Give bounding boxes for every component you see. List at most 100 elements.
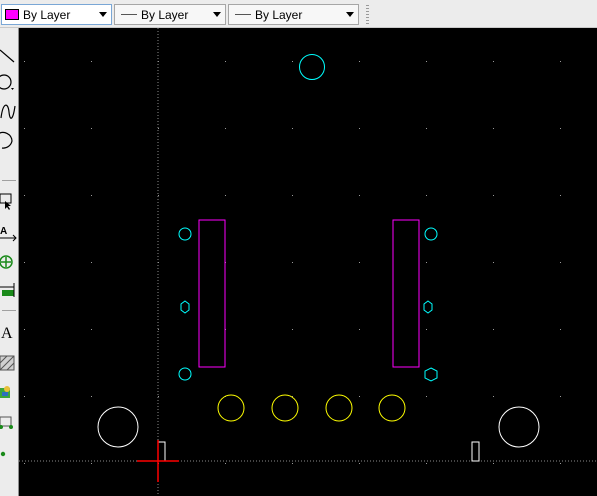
grid-dot [359,396,360,397]
yellow-circle-4[interactable] [378,394,406,422]
grid-dot [91,128,92,129]
grid-dot [292,463,293,464]
grid-dot [560,195,561,196]
grid-dot [91,195,92,196]
properties-toolbar: By Layer By Layer By Layer [0,0,597,28]
lineweight-swatch [235,14,251,15]
spline-tool-icon[interactable] [0,102,19,122]
yellow-circle-3[interactable] [325,394,353,422]
grid-dot [359,128,360,129]
linetype-combo-value: By Layer [141,7,189,22]
grid-dot [426,396,427,397]
grid-dot [91,463,92,464]
arc-tool-icon[interactable] [0,131,19,151]
grid-dot [359,463,360,464]
grid-dot [158,128,159,129]
grid-dot [359,262,360,263]
top-hole-circle[interactable] [299,54,325,80]
right-bottom-hole[interactable] [424,367,438,382]
right-mid-hole[interactable] [423,300,433,314]
grid-dot [91,61,92,62]
chevron-down-icon[interactable] [209,5,225,24]
draw-toolbar: A A [0,28,19,496]
grid-dot [493,128,494,129]
hatch-tool-icon[interactable] [0,354,19,374]
grid-dot [292,61,293,62]
insert-image-tool-icon[interactable] [0,413,19,433]
multiline-text-glyph: A [1,325,13,342]
grid-dot [225,128,226,129]
lineweight-combo[interactable]: By Layer [228,4,359,25]
text-dimension-tool-icon[interactable]: A [0,223,19,243]
grid-dot [91,396,92,397]
left-rectangle[interactable] [198,219,226,368]
svg-text:A: A [0,226,7,237]
linetype-combo[interactable]: By Layer [114,4,226,25]
linear-dimension-tool-icon[interactable] [0,281,19,301]
grid-dot [292,329,293,330]
grid-dot [158,195,159,196]
grid-dot [426,262,427,263]
right-top-hole[interactable] [424,227,438,241]
crosshair-cursor [137,440,179,482]
chevron-down-icon[interactable] [95,5,111,24]
linetype-swatch [121,14,137,15]
line-tool-icon[interactable] [0,46,19,66]
grid-dot [493,262,494,263]
grid-dot [359,329,360,330]
grid-dot [292,195,293,196]
toolbar-separator [2,310,16,311]
grid-dot [493,195,494,196]
grid-dot [24,329,25,330]
grid-dot [426,128,427,129]
toolbar-grip[interactable] [366,5,369,24]
left-small-rect[interactable] [157,441,166,462]
color-swatch [5,9,19,20]
drawing-canvas[interactable] [19,28,597,496]
grid-dot [24,463,25,464]
left-mid-hole[interactable] [180,300,190,314]
lineweight-combo-value: By Layer [255,7,303,22]
toolbar-separator [2,180,16,181]
yellow-circle-1[interactable] [217,394,245,422]
grid-dot [359,195,360,196]
grid-dot [493,61,494,62]
grid-dot [560,61,561,62]
grid-dots [24,61,561,464]
grid-dot [292,262,293,263]
chevron-down-icon[interactable] [342,5,358,24]
left-top-hole[interactable] [178,227,192,241]
selection-tool-icon[interactable] [0,191,19,211]
grid-dot [560,463,561,464]
grid-dot [24,195,25,196]
grid-dot [426,329,427,330]
grid-dot [359,61,360,62]
grid-dot [24,262,25,263]
grid-dot [292,128,293,129]
multiline-text-tool-icon[interactable]: A [0,324,19,344]
drawing-svg[interactable] [19,28,597,496]
right-rectangle[interactable] [392,219,420,368]
grid-dot [560,128,561,129]
grid-dot [426,61,427,62]
grid-dot [158,396,159,397]
grid-dot [560,396,561,397]
grid-dot [560,262,561,263]
grid-dot [493,463,494,464]
grid-dot [493,396,494,397]
grid-dot [493,329,494,330]
center-mark-tool-icon[interactable] [0,252,19,272]
grid-dot [426,195,427,196]
color-combo[interactable]: By Layer [1,4,112,25]
left-large-circle[interactable] [97,406,139,448]
right-small-rect[interactable] [471,441,480,462]
yellow-circle-2[interactable] [271,394,299,422]
grid-dot [225,61,226,62]
left-bottom-hole[interactable] [178,367,192,381]
insert-block-tool-icon[interactable] [0,383,19,403]
point-tool-icon[interactable] [0,444,19,464]
circle-tool-icon[interactable] [0,74,19,94]
grid-dot [158,329,159,330]
right-large-circle[interactable] [498,406,540,448]
grid-dot [24,61,25,62]
